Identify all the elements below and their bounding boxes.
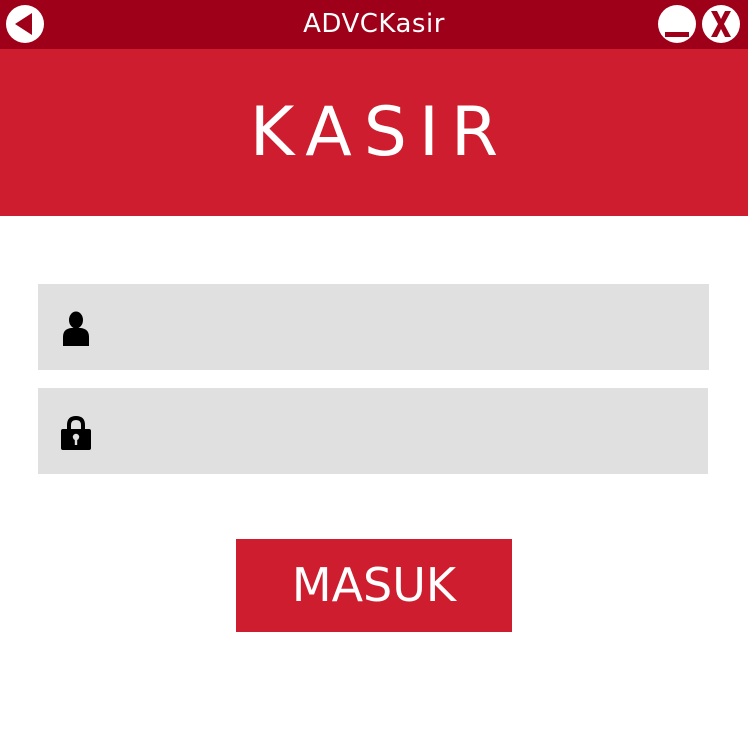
minimize-button[interactable] [658, 5, 696, 43]
lock-icon [61, 416, 91, 450]
username-input[interactable] [108, 284, 698, 370]
close-icon [711, 11, 731, 37]
back-button[interactable] [6, 5, 44, 43]
window-title: ADVCKasir [303, 9, 445, 39]
password-input[interactable] [108, 388, 698, 474]
user-icon [63, 311, 89, 346]
app-header: KASIR [0, 49, 748, 216]
minimize-icon [665, 32, 689, 37]
page-title: KASIR [249, 93, 511, 172]
close-button[interactable] [702, 5, 740, 43]
back-arrow-icon [15, 13, 32, 35]
title-bar: ADVCKasir [0, 0, 748, 49]
password-field[interactable] [38, 388, 708, 474]
login-window: ADVCKasir KASIR MASUK [0, 0, 748, 736]
login-button[interactable]: MASUK [236, 539, 512, 632]
username-field[interactable] [38, 284, 709, 370]
